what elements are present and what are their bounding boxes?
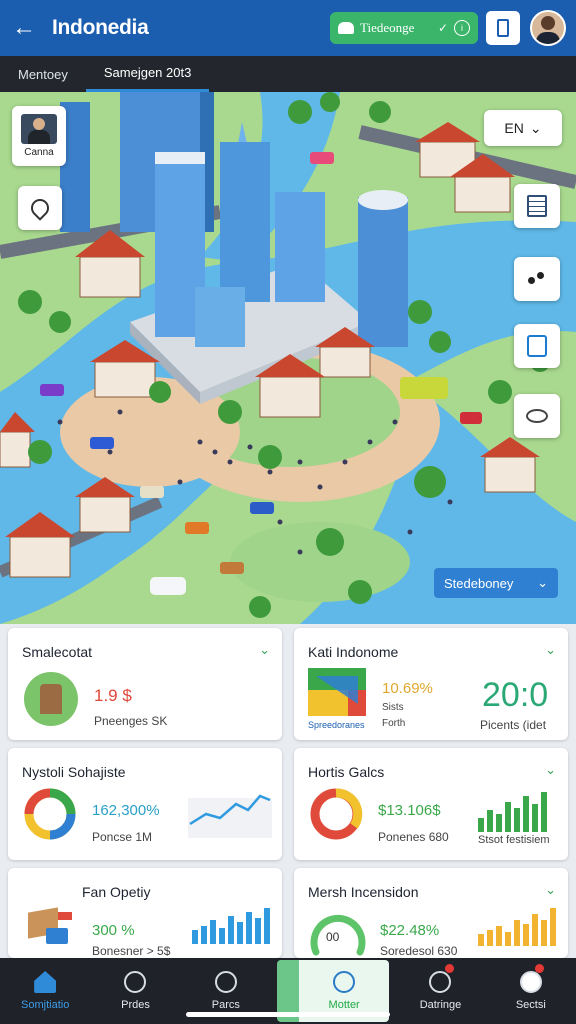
chevron-down-icon[interactable]: ⌄ [545,882,556,898]
bar-chart-graphic [478,792,547,832]
nav-item-somjtiatio[interactable]: Somjtiatio [0,958,90,1024]
profile-name: Canna [24,147,54,158]
map-dropdown[interactable]: Stedeboney ⌄ [434,568,558,598]
card-subtext: Pneenges SK [94,714,168,728]
building-icon [24,672,78,726]
document-icon [527,195,547,217]
nav-label: Motter [328,999,360,1011]
chart-legend: Spreedoranes [308,720,365,730]
card-title: Smalecotat [22,644,93,660]
chat-icon [429,971,452,993]
card-title: Kati Indonome [308,644,399,660]
nav-item-prdes[interactable]: Prdes [90,958,180,1024]
big-number: 20:0 [482,676,549,714]
globe-icon [124,971,147,993]
language-selector[interactable]: EN ⌄ [484,110,562,146]
card-value: $22.48% [380,922,440,939]
pie-chart-graphic [308,668,366,716]
info-icon: i [454,20,470,36]
stat-card-kati-indonome[interactable]: Kati Indonome ⌄ Spreedoranes 10.69% Sist… [294,628,568,740]
home-icon [34,971,57,993]
card-title: Hortis Galcs [308,764,385,780]
chevron-down-icon[interactable]: ⌄ [259,642,270,658]
clipboard-icon [527,335,547,357]
home-indicator [186,1012,390,1017]
layers-button[interactable] [514,257,560,301]
card-title: Nystoli Sohajiste [22,764,126,780]
bar-chart-graphic [192,908,270,944]
nav-item-datringe[interactable]: Datringe [395,958,485,1024]
stat-card-mersh-incensidon[interactable]: Mersh Incensidon ⌄ 00 $22.48% Soredesol … [294,868,568,958]
bar-chart-graphic [478,908,556,946]
donut-chart-graphic [24,788,76,840]
card-subtext: Bonesner > 5$ [92,944,171,958]
stat-card-hortis-galcs[interactable]: Hortis Galcs ⌄ $13.106$ Ponenes 680 Stso… [294,748,568,860]
face-icon [519,971,542,993]
document-button[interactable] [514,184,560,228]
card-value: 1.9 $ [94,686,132,705]
tab-mentoey[interactable]: Mentoey [0,56,86,92]
nav-label: Prdes [121,999,150,1011]
leaf-icon [338,22,354,34]
chevron-down-icon[interactable]: ⌄ [545,762,556,778]
stat-card-fan-opetiy[interactable]: Fan Opetiy 300 % Bonesner > 5$ [8,868,282,958]
battery-button[interactable] [486,11,520,45]
app-header: ← Indonedia Tiedeonge ✓ i [0,0,576,56]
notification-badge [534,964,544,973]
people-icon [214,971,237,993]
stat-card-smalecotat[interactable]: Smalecotat ⌄ 1.9 $ Pneenges SK [8,628,282,740]
tab-samejgen[interactable]: Samejgen 20t3 [85,56,210,92]
card-subtext: Picents (idet [480,718,547,732]
notification-badge [444,964,454,973]
card-value: 162,300% [92,802,160,819]
back-arrow-icon[interactable]: ← [10,14,38,42]
blob-button[interactable] [514,394,560,438]
card-subtext: Soredesol 630 [380,944,458,958]
line-chart-graphic [188,794,272,838]
chevron-down-icon: ⌄ [529,119,542,136]
city-illustration [0,92,576,624]
gauge-value: 00 [326,930,340,944]
chevron-down-icon: ⌄ [537,575,548,590]
card-subtext: Poncse 1M [92,830,153,844]
card-title: Fan Opetiy [82,884,151,900]
profile-photo [21,114,57,144]
clipboard-button[interactable] [514,324,560,368]
leaf-icon [333,971,356,993]
language-label: EN [504,120,524,136]
card-subtext: Forth [382,718,406,729]
package-icon [28,902,72,946]
card-subtext: Sists [382,702,404,713]
card-subtext: Ponenes 680 [378,830,449,844]
pill-label: Tiedeonge [360,20,415,35]
card-subtext: Stsot festisiem [478,834,550,846]
card-value: 10.69% [382,680,433,697]
map-pin-icon [27,195,53,221]
profile-card[interactable]: Canna [12,106,66,166]
location-pin-button[interactable] [18,186,62,230]
dropdown-label: Stedeboney [444,575,514,591]
cloud-icon [526,409,548,423]
card-title: Mersh Incensidon [308,884,419,900]
app-title: Indonedia [52,16,149,39]
nav-item-sectsi[interactable]: Sectsi [486,958,576,1024]
user-avatar[interactable] [530,10,566,46]
donut-chart-graphic [310,788,363,840]
card-value: $13.106$ [378,802,441,819]
stat-card-nystoli[interactable]: Nystoli Sohajiste 162,300% Poncse 1M [8,748,282,860]
card-value: 300 % [92,922,135,939]
check-icon: ✓ [437,21,448,35]
nav-label: Somjtiatio [21,999,70,1011]
nav-label: Datringe [419,999,462,1011]
dots-icon [528,270,546,288]
nav-label: Parcs [211,999,240,1011]
nav-label: Sectsi [515,999,546,1011]
stats-grid: Smalecotat ⌄ 1.9 $ Pneenges SK Kati Indo… [0,624,576,958]
battery-icon [497,19,509,37]
city-map[interactable]: Canna EN ⌄ Stedeboney ⌄ [0,92,576,624]
chevron-down-icon[interactable]: ⌄ [545,642,556,658]
status-pill-button[interactable]: Tiedeonge ✓ i [330,12,478,44]
tab-bar: Mentoey Samejgen 20t3 [0,56,576,92]
